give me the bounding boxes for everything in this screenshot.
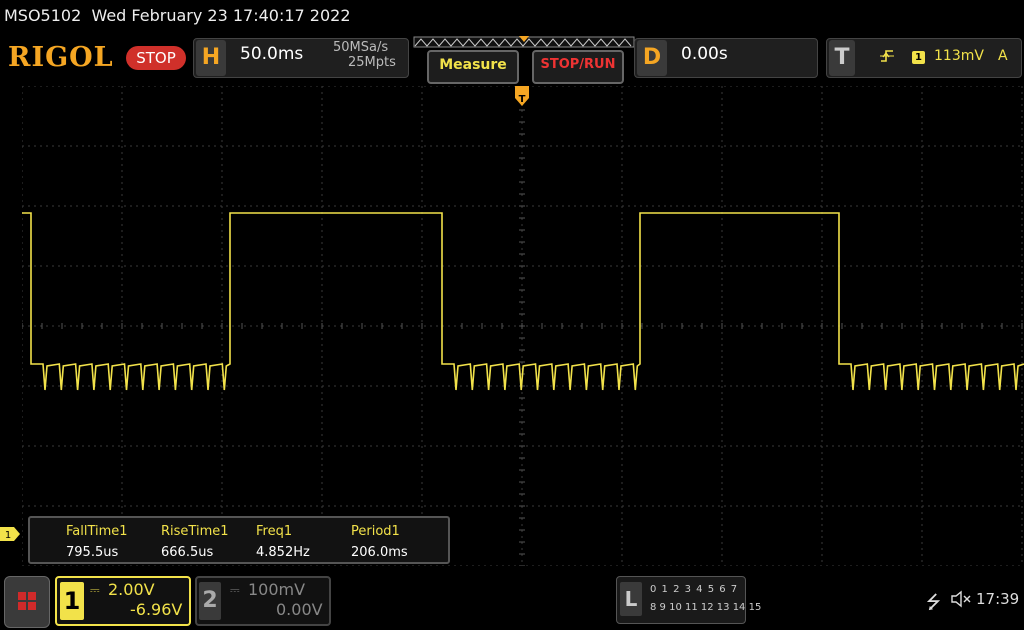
measure-value-period: 206.0ms bbox=[351, 545, 408, 560]
ch1-scale: 2.00V bbox=[108, 580, 155, 599]
speaker-muted-icon[interactable] bbox=[950, 590, 972, 608]
sample-rate: 50MSa/s bbox=[333, 40, 389, 55]
measure-label-falltime: FallTime1 bbox=[66, 524, 128, 539]
datetime: Wed February 23 17:40:17 2022 bbox=[91, 6, 351, 25]
logic-channels-row1: 0 1 2 3 4 5 6 7 bbox=[650, 584, 739, 595]
trigger-letter: T bbox=[829, 40, 855, 76]
bottom-toolbar: 1 ⎓ 2.00V -6.96V 2 ⎓ 100mV 0.00V L 0 1 2… bbox=[0, 572, 1024, 630]
measure-value-risetime: 666.5us bbox=[161, 545, 214, 560]
usb-icon: ⭍ bbox=[926, 592, 941, 613]
memory-position-strip bbox=[413, 36, 635, 48]
measure-value-freq: 4.852Hz bbox=[256, 545, 310, 560]
ch1-ground-marker[interactable]: 1 bbox=[0, 527, 20, 541]
trigger-level: 113mV bbox=[934, 48, 984, 64]
measurement-panel[interactable]: FallTime1 795.5us RiseTime1 666.5us Freq… bbox=[28, 516, 450, 564]
trigger-marker-label: T bbox=[519, 94, 526, 105]
timebase-value: 50.0ms bbox=[240, 44, 304, 64]
ch2-scale: 100mV bbox=[248, 580, 306, 599]
ch2-number: 2 bbox=[199, 582, 221, 620]
ch2-offset: 0.00V bbox=[276, 600, 323, 619]
ch1-number: 1 bbox=[60, 582, 84, 620]
trigger-mode: A bbox=[998, 48, 1008, 64]
logic-channels-row2: 8 9 10 11 12 13 14 15 bbox=[650, 602, 762, 613]
stop-run-button[interactable]: STOP/RUN bbox=[532, 50, 624, 84]
delay-value: 0.00s bbox=[681, 44, 728, 64]
measure-label-risetime: RiseTime1 bbox=[161, 524, 229, 539]
menu-grid-icon[interactable] bbox=[4, 576, 50, 628]
run-state-badge[interactable]: STOP bbox=[126, 46, 186, 70]
waveform-graticule[interactable]: T bbox=[22, 86, 1024, 566]
top-toolbar: RIGOL STOP H 50.0ms 50MSa/s 25Mpts Measu… bbox=[0, 36, 1024, 84]
dc-coupling-icon: ⎓ bbox=[230, 583, 240, 597]
system-clock: 17:39 bbox=[976, 590, 1020, 608]
measure-label-freq: Freq1 bbox=[256, 524, 293, 539]
measure-button[interactable]: Measure bbox=[427, 50, 519, 84]
dc-coupling-icon: ⎓ bbox=[90, 583, 100, 597]
memory-depth: 25Mpts bbox=[348, 55, 396, 70]
logic-letter: L bbox=[620, 582, 642, 616]
trigger-source-badge: 1 bbox=[912, 51, 925, 64]
measure-label-period: Period1 bbox=[351, 524, 400, 539]
ch1-offset: -6.96V bbox=[130, 600, 183, 619]
measure-value-falltime: 795.5us bbox=[66, 545, 119, 560]
horizontal-letter: H bbox=[196, 40, 226, 76]
status-line: MSO5102 Wed February 23 17:40:17 2022 bbox=[0, 0, 1024, 32]
delay-letter: D bbox=[637, 40, 667, 76]
svg-text:1: 1 bbox=[5, 530, 11, 541]
model-name: MSO5102 bbox=[4, 6, 82, 25]
rigol-logo: RIGOL bbox=[8, 42, 114, 73]
rising-edge-icon bbox=[880, 50, 894, 62]
